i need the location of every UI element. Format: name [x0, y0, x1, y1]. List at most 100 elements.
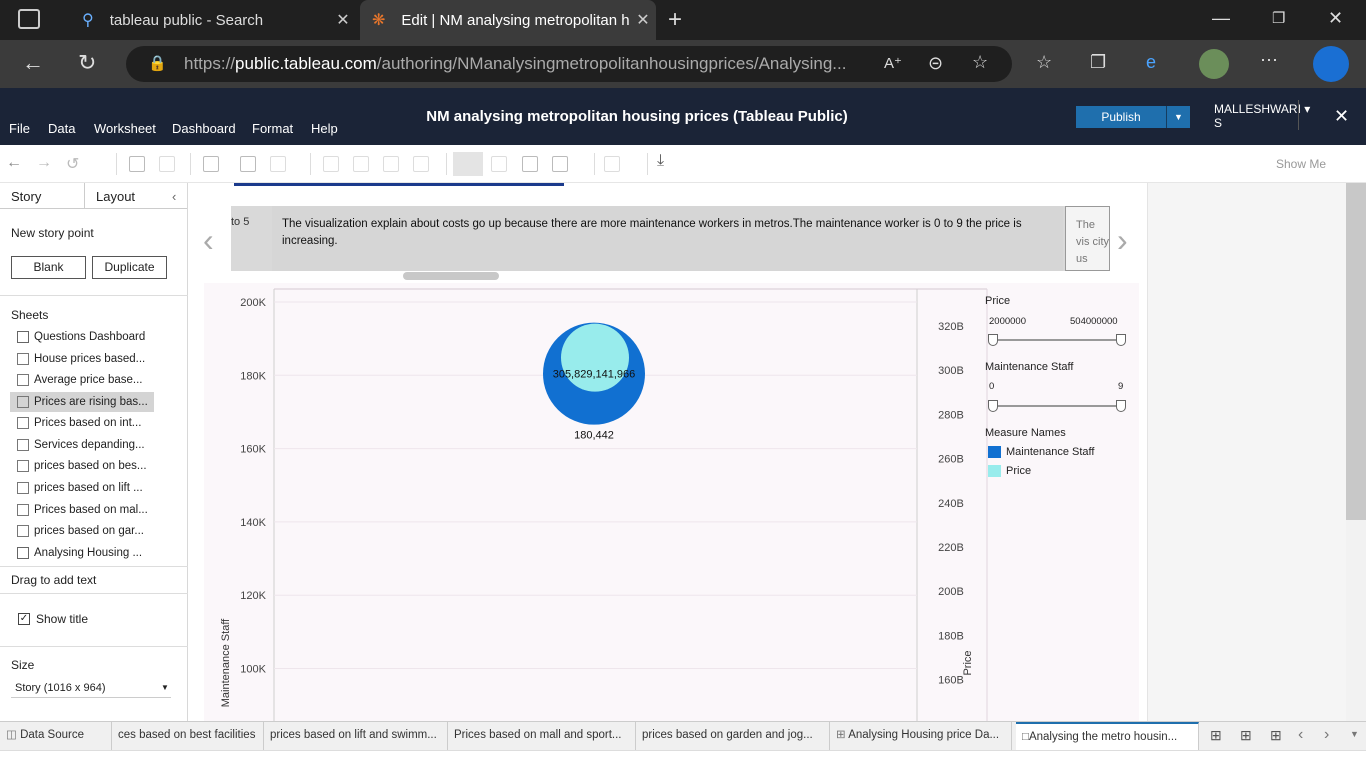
sheet-item[interactable]: Average price base... [10, 370, 154, 390]
swap-icon[interactable] [323, 156, 339, 172]
bing-icon[interactable] [1313, 46, 1349, 82]
drag-text-item[interactable]: Drag to add text [11, 573, 96, 587]
minimize-icon[interactable]: — [1212, 8, 1230, 29]
presentation-icon[interactable] [604, 156, 620, 172]
story-point-current[interactable]: The visualization explain about costs go… [272, 206, 1063, 271]
new-story-tab-icon[interactable]: ⊞ [1270, 727, 1282, 744]
sort-ascending-icon[interactable] [353, 156, 369, 172]
profile-avatar[interactable] [1199, 49, 1229, 79]
clear-sheet-icon[interactable] [270, 156, 286, 172]
close-editor-icon[interactable]: ✕ [1334, 106, 1349, 127]
scroll-tabs-right-icon[interactable]: › [1324, 726, 1329, 744]
price-slider[interactable] [993, 339, 1121, 341]
url-text: https://public.tableau.com/authoring/NMa… [184, 54, 847, 73]
sheet-item[interactable]: Prices are rising bas... [10, 392, 154, 412]
divider [310, 153, 311, 175]
new-data-source-icon[interactable] [129, 156, 145, 172]
size-select[interactable]: Story (1016 x 964) ▼ [11, 678, 171, 698]
browser-tab-search[interactable]: ⚲ tableau public - Search ✕ [60, 0, 356, 40]
sort-descending-icon[interactable] [383, 156, 399, 172]
more-icon[interactable]: ⋯ [1260, 50, 1278, 71]
staff-slider[interactable] [993, 405, 1121, 407]
sheet-item-label: Prices are rising bas... [34, 396, 148, 408]
blank-button[interactable]: Blank [11, 256, 86, 279]
replay-icon[interactable]: ↺ [66, 154, 79, 174]
legend-label-maintenance[interactable]: Maintenance Staff [1006, 446, 1094, 458]
scrollbar-thumb[interactable] [1346, 183, 1366, 520]
sheet-item[interactable]: Services depanding... [10, 435, 154, 455]
scroll-tabs-left-icon[interactable]: ‹ [1298, 726, 1303, 744]
collections-icon[interactable]: ❐ [1090, 52, 1106, 73]
price-slider-max-handle[interactable] [1116, 334, 1126, 346]
chevron-down-icon[interactable]: ▼ [1166, 106, 1190, 128]
story-point-next[interactable]: The vis city us [1065, 206, 1110, 271]
sheet-item[interactable]: prices based on lift ... [10, 478, 154, 498]
read-aloud-icon[interactable]: A⁺ [884, 54, 902, 72]
legend-title: Measure Names [985, 427, 1066, 439]
user-menu[interactable]: MALLESHWARI ▾ S [1214, 102, 1310, 130]
close-tab-icon[interactable]: ✕ [330, 10, 356, 30]
tab-sheet[interactable]: Prices based on mall and sport... [448, 722, 636, 750]
show-me-button[interactable]: Show Me [1276, 157, 1326, 171]
divider [84, 183, 85, 209]
worksheet-icon [17, 374, 29, 386]
sheet-item[interactable]: Prices based on mal... [10, 500, 154, 520]
browser-tab-tableau[interactable]: ❋ Edit | NM analysing metropolitan housi… [360, 0, 656, 40]
show-title-checkbox[interactable]: ✓ [18, 613, 30, 625]
url-field[interactable]: 🔒 https://public.tableau.com/authoring/N… [126, 46, 1012, 82]
new-worksheet-tab-icon[interactable]: ⊞ [1210, 727, 1222, 744]
vertical-scrollbar[interactable] [1346, 183, 1366, 721]
sheet-item[interactable]: House prices based... [10, 349, 154, 369]
navigator-scrollbar[interactable] [403, 272, 499, 280]
staff-slider-max-handle[interactable] [1116, 400, 1126, 412]
window-close-icon[interactable]: ✕ [1328, 8, 1343, 29]
new-tab-icon[interactable]: + [668, 6, 682, 34]
tab-actions-icon[interactable] [18, 9, 40, 29]
totals-icon[interactable] [413, 156, 429, 172]
price-slider-min-handle[interactable] [988, 334, 998, 346]
staff-slider-min-handle[interactable] [988, 400, 998, 412]
new-worksheet-icon[interactable] [203, 156, 219, 172]
tab-sheet[interactable]: ces based on best facilities [112, 722, 264, 750]
tab-story-active[interactable]: □Analysing the metro housin... [1016, 722, 1199, 750]
sheet-item-label: Analysing Housing ... [34, 547, 143, 559]
highlight-icon[interactable] [453, 152, 483, 176]
restore-icon[interactable]: ❐ [1272, 9, 1285, 27]
story-point-previous[interactable]: to 5 [231, 206, 271, 271]
refresh-icon[interactable]: ↻ [78, 50, 96, 76]
publish-button[interactable]: Publish ▼ [1076, 106, 1190, 128]
close-tab-icon[interactable]: ✕ [630, 10, 656, 30]
text-label-icon[interactable] [491, 156, 507, 172]
tab-sheet[interactable]: prices based on garden and jog... [636, 722, 830, 750]
collapse-icon[interactable]: ‹ [172, 189, 176, 204]
next-point-arrow-icon[interactable]: › [1117, 222, 1128, 259]
sheet-item[interactable]: Analysing Housing ... [10, 543, 154, 563]
favorites-icon[interactable]: ☆ [1036, 52, 1052, 73]
zoom-out-icon[interactable]: ⊝ [928, 53, 943, 74]
tab-dashboard[interactable]: ⊞ Analysing Housing price Da... [830, 722, 1012, 750]
sheet-item[interactable]: prices based on bes... [10, 456, 154, 476]
sheet-item[interactable]: Prices based on int... [10, 413, 154, 433]
legend-label-price[interactable]: Price [1006, 465, 1031, 477]
fit-icon[interactable] [552, 156, 568, 172]
add-favorite-icon[interactable]: ☆ [972, 52, 988, 73]
redo-icon[interactable]: → [36, 154, 52, 172]
publish-label[interactable]: Publish [1076, 106, 1166, 128]
new-dashboard-tab-icon[interactable]: ⊞ [1240, 727, 1252, 744]
tab-sheet[interactable]: prices based on lift and swimm... [264, 722, 448, 750]
duplicate-sheet-icon[interactable] [240, 156, 256, 172]
sheet-item[interactable]: Questions Dashboard [10, 327, 154, 347]
ie-mode-icon[interactable]: e [1146, 52, 1156, 73]
tab-layout[interactable]: Layout [96, 189, 135, 204]
prev-point-arrow-icon[interactable]: ‹ [203, 222, 214, 259]
undo-icon[interactable]: ← [6, 154, 22, 172]
pause-updates-icon[interactable] [159, 156, 175, 172]
download-icon[interactable]: ⤓ [657, 152, 664, 170]
sheet-item[interactable]: prices based on gar... [10, 521, 154, 541]
tab-data-source[interactable]: ◫ Data Source [0, 722, 112, 750]
back-icon[interactable]: ← [22, 50, 44, 76]
tab-story[interactable]: Story [11, 189, 41, 204]
duplicate-button[interactable]: Duplicate [92, 256, 167, 279]
annotate-icon[interactable] [522, 156, 538, 172]
tabs-menu-icon[interactable]: ▼ [1350, 729, 1359, 739]
